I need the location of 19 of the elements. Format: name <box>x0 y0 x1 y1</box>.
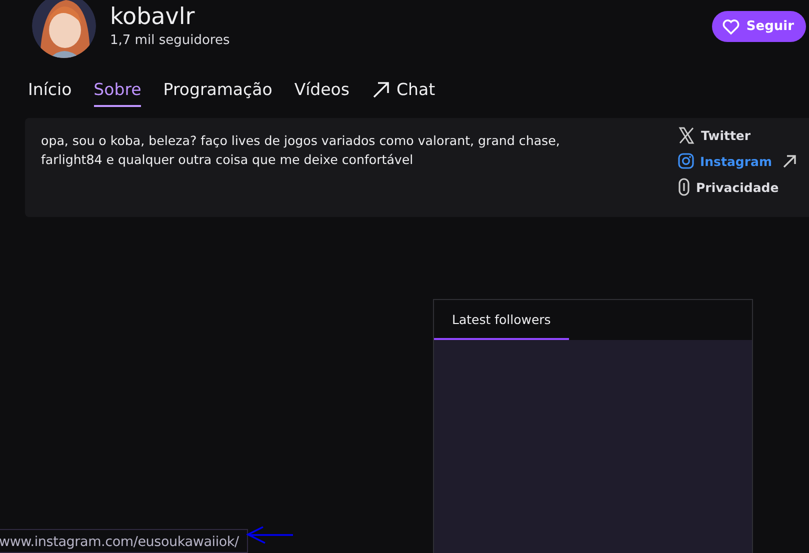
follower-count: 1,7 mil seguidores <box>110 33 230 48</box>
external-link-icon <box>782 154 797 168</box>
arrow-icon <box>245 525 295 545</box>
link-icon <box>678 178 690 196</box>
instagram-icon <box>678 153 694 169</box>
heart-icon <box>722 18 740 34</box>
follow-button[interactable]: Seguir <box>712 11 806 42</box>
social-link[interactable]: Twitter <box>678 127 809 144</box>
channel-bio: opa, sou o koba, beleza? faço lives de jogos variados como valorant, grand chase, farlight84 e qualquer outra coisa que me deixe confortável <box>41 132 561 169</box>
channel-name: kobavlr <box>110 3 196 31</box>
social-link[interactable]: Instagram <box>678 153 809 169</box>
nav-tab[interactable]: Programação <box>163 80 272 107</box>
external-link-icon <box>372 80 390 98</box>
nav-tab[interactable]: Vídeos <box>294 80 350 107</box>
social-link[interactable]: Privacidade <box>678 178 809 196</box>
nav-tab[interactable]: Chat <box>372 80 436 107</box>
nav-tab[interactable]: Sobre <box>94 80 142 107</box>
nav-tab[interactable]: Início <box>28 80 72 107</box>
x-logo-icon <box>678 127 695 144</box>
